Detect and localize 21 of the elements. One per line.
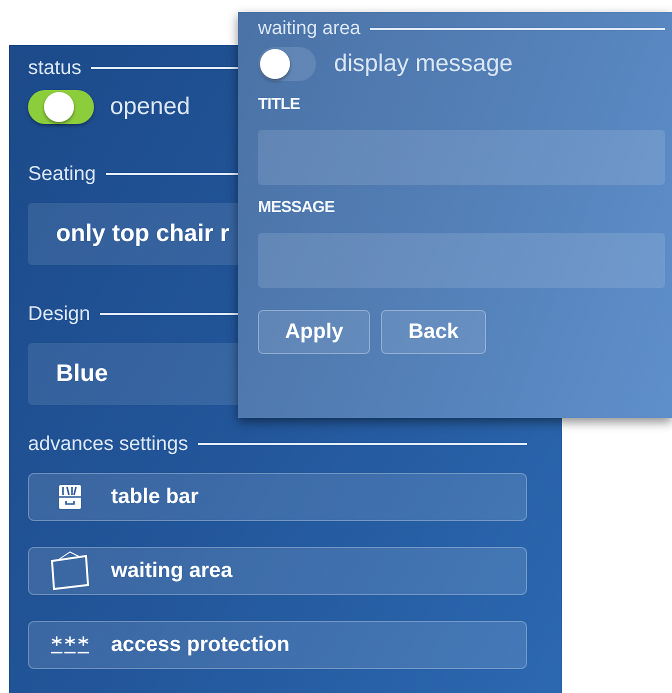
field-label: MESSAGE xyxy=(258,199,335,218)
section-heading: Seating xyxy=(28,162,96,186)
password-icon xyxy=(50,634,90,656)
toggle-label: display message xyxy=(334,50,513,78)
section-heading: advances settings xyxy=(28,432,188,456)
frame-icon xyxy=(48,551,92,591)
field-label: TITLE xyxy=(258,96,300,115)
section-heading: waiting area xyxy=(258,18,360,40)
toggle-label: opened xyxy=(110,93,190,121)
settings-button[interactable]: table bar xyxy=(28,473,527,521)
settings-button[interactable]: waiting area xyxy=(28,547,527,595)
toolbox-icon xyxy=(57,484,83,510)
toggle-switch[interactable] xyxy=(28,90,94,124)
select-value: only top chair r xyxy=(56,220,230,248)
toggle-switch[interactable] xyxy=(258,47,316,81)
settings-button[interactable]: access protection xyxy=(28,621,527,669)
section-heading: status xyxy=(28,56,82,80)
section-heading: Design xyxy=(28,302,90,326)
dialog-button[interactable]: Apply xyxy=(258,310,370,354)
dialog-button[interactable]: Back xyxy=(381,310,486,354)
select-value: Blue xyxy=(56,360,108,388)
